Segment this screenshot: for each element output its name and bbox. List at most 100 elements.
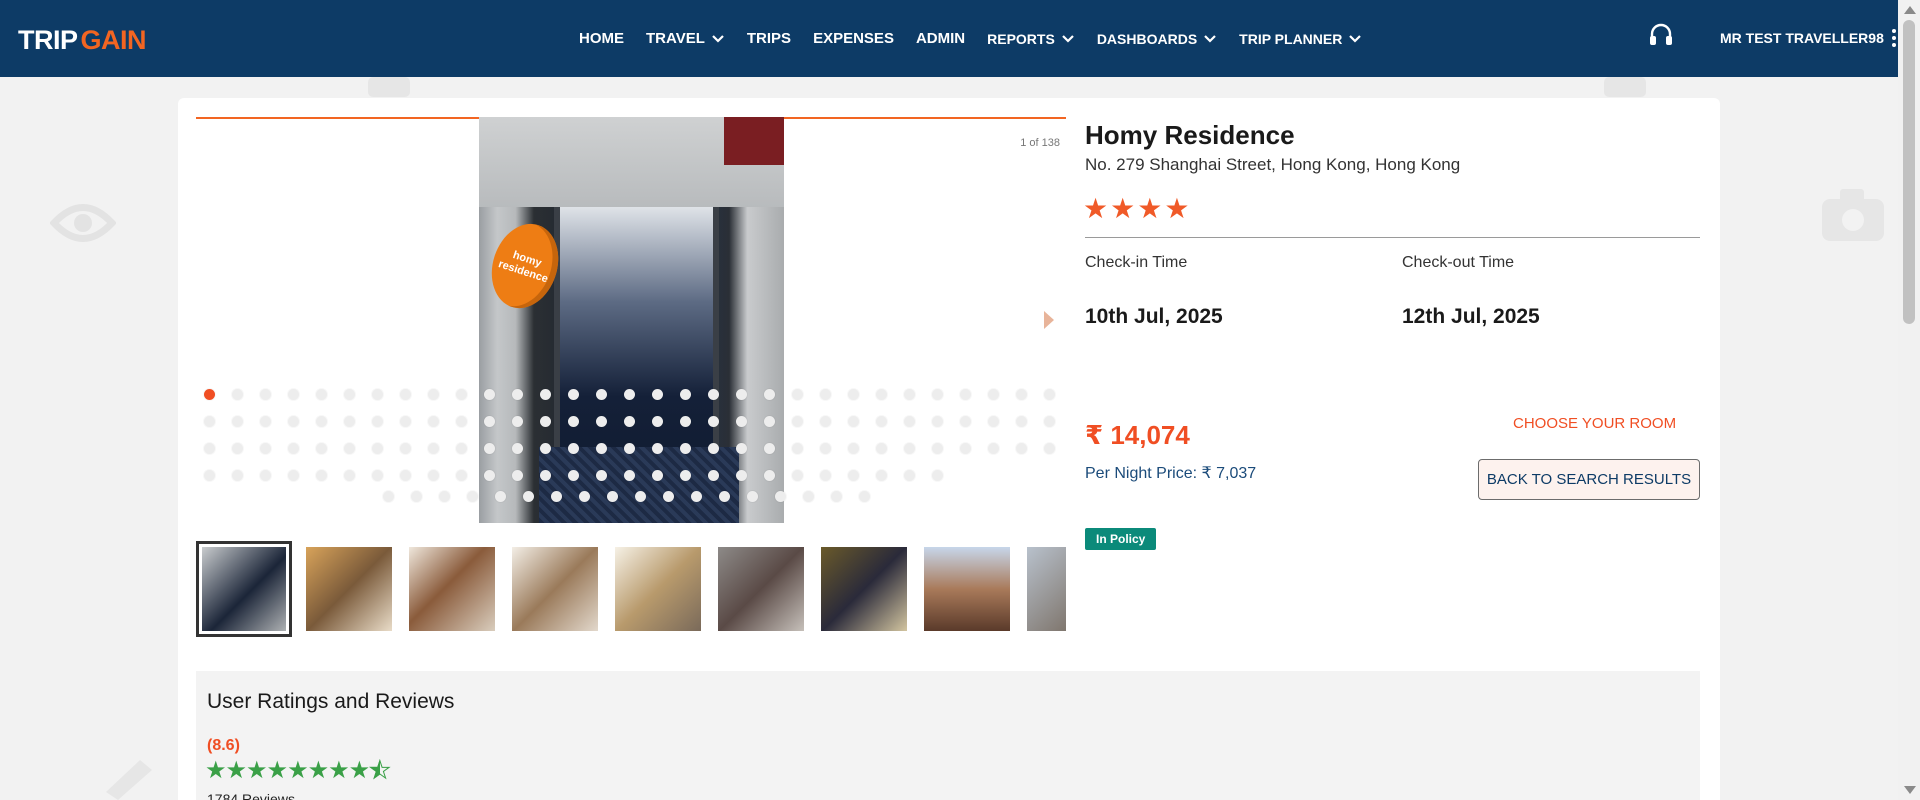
carousel-dot[interactable] [428, 470, 439, 481]
carousel-dot[interactable] [904, 389, 915, 400]
scroll-down-arrow-icon[interactable] [1904, 786, 1916, 794]
carousel-dot[interactable] [232, 416, 243, 427]
carousel-dot[interactable] [848, 470, 859, 481]
carousel-dot[interactable] [568, 443, 579, 454]
carousel-dot[interactable] [904, 416, 915, 427]
carousel-dot[interactable] [260, 416, 271, 427]
carousel-dot[interactable] [876, 470, 887, 481]
carousel-dot[interactable] [288, 389, 299, 400]
carousel-dot[interactable] [596, 470, 607, 481]
carousel-dot[interactable] [652, 389, 663, 400]
photo-thumbnail[interactable] [196, 541, 292, 637]
carousel-dot[interactable] [260, 470, 271, 481]
carousel-dot[interactable] [568, 470, 579, 481]
carousel-dot[interactable] [232, 470, 243, 481]
carousel-dot[interactable] [708, 443, 719, 454]
carousel-dot[interactable] [680, 470, 691, 481]
carousel-dot[interactable] [820, 470, 831, 481]
carousel-dot[interactable] [820, 389, 831, 400]
carousel-dot[interactable] [663, 491, 674, 502]
carousel-dot[interactable] [932, 416, 943, 427]
carousel-dot[interactable] [624, 443, 635, 454]
carousel-dot[interactable] [428, 389, 439, 400]
carousel-dot[interactable] [988, 389, 999, 400]
carousel-dot[interactable] [792, 443, 803, 454]
carousel-dot[interactable] [624, 389, 635, 400]
carousel-dot[interactable] [204, 416, 215, 427]
nav-travel[interactable]: TRAVEL [646, 30, 725, 47]
carousel-dot[interactable] [652, 470, 663, 481]
carousel-dot[interactable] [551, 491, 562, 502]
carousel-dot[interactable] [484, 443, 495, 454]
carousel-dot[interactable] [708, 416, 719, 427]
carousel-dot[interactable] [988, 416, 999, 427]
photo-thumbnail[interactable] [306, 547, 392, 631]
carousel-dot[interactable] [904, 443, 915, 454]
carousel-dot[interactable] [932, 443, 943, 454]
carousel-dot[interactable] [568, 416, 579, 427]
carousel-dot[interactable] [484, 416, 495, 427]
carousel-dot[interactable] [540, 389, 551, 400]
carousel-dot[interactable] [708, 389, 719, 400]
headset-icon[interactable] [1648, 22, 1674, 48]
carousel-dot[interactable] [260, 389, 271, 400]
carousel-dot[interactable] [792, 416, 803, 427]
tripgain-logo[interactable]: TRIP GAIN [18, 20, 147, 60]
carousel-dot[interactable] [652, 443, 663, 454]
carousel-dot[interactable] [607, 491, 618, 502]
photo-thumbnail[interactable] [615, 547, 701, 631]
carousel-dot[interactable] [260, 443, 271, 454]
carousel-dot[interactable] [456, 416, 467, 427]
carousel-dot[interactable] [484, 389, 495, 400]
nav-admin[interactable]: ADMIN [916, 30, 965, 47]
carousel-dot[interactable] [316, 389, 327, 400]
carousel-dot[interactable] [736, 470, 747, 481]
carousel-dot[interactable] [680, 443, 691, 454]
carousel-dot[interactable] [1016, 389, 1027, 400]
carousel-dot[interactable] [596, 389, 607, 400]
carousel-dot[interactable] [484, 470, 495, 481]
carousel-dot[interactable] [456, 470, 467, 481]
carousel-dot[interactable] [400, 443, 411, 454]
carousel-dot[interactable] [775, 491, 786, 502]
carousel-dot[interactable] [988, 443, 999, 454]
carousel-dot[interactable] [344, 443, 355, 454]
carousel-dot[interactable] [204, 389, 215, 400]
carousel-dot[interactable] [400, 416, 411, 427]
carousel-dot[interactable] [904, 470, 915, 481]
carousel-dot[interactable] [372, 470, 383, 481]
carousel-dot[interactable] [820, 416, 831, 427]
carousel-dot[interactable] [680, 416, 691, 427]
nav-dashboards[interactable]: DASHBOARDS [1097, 31, 1217, 47]
carousel-dot[interactable] [792, 389, 803, 400]
back-to-search-button[interactable]: BACK TO SEARCH RESULTS [1478, 459, 1700, 500]
carousel-dot[interactable] [288, 416, 299, 427]
carousel-dot[interactable] [288, 470, 299, 481]
carousel-dot[interactable] [383, 491, 394, 502]
photo-thumbnail[interactable] [409, 547, 495, 631]
carousel-dot[interactable] [344, 470, 355, 481]
carousel-dot[interactable] [512, 416, 523, 427]
carousel-dot[interactable] [960, 389, 971, 400]
nav-expenses[interactable]: EXPENSES [813, 30, 894, 47]
carousel-dot[interactable] [456, 389, 467, 400]
carousel-dot[interactable] [960, 443, 971, 454]
nav-reports[interactable]: REPORTS [987, 31, 1075, 47]
carousel-dot[interactable] [1016, 416, 1027, 427]
carousel-dot[interactable] [820, 443, 831, 454]
carousel-dot[interactable] [876, 389, 887, 400]
carousel-dot[interactable] [512, 389, 523, 400]
carousel-dot[interactable] [736, 389, 747, 400]
carousel-dot[interactable] [288, 443, 299, 454]
carousel-dot[interactable] [316, 470, 327, 481]
carousel-dot[interactable] [1044, 416, 1055, 427]
carousel-dot[interactable] [848, 389, 859, 400]
carousel-dot[interactable] [708, 470, 719, 481]
carousel-dot[interactable] [764, 389, 775, 400]
carousel-dot[interactable] [764, 443, 775, 454]
carousel-dot[interactable] [680, 389, 691, 400]
carousel-dot[interactable] [540, 470, 551, 481]
carousel-dot[interactable] [635, 491, 646, 502]
carousel-dot[interactable] [596, 416, 607, 427]
carousel-dot[interactable] [344, 416, 355, 427]
